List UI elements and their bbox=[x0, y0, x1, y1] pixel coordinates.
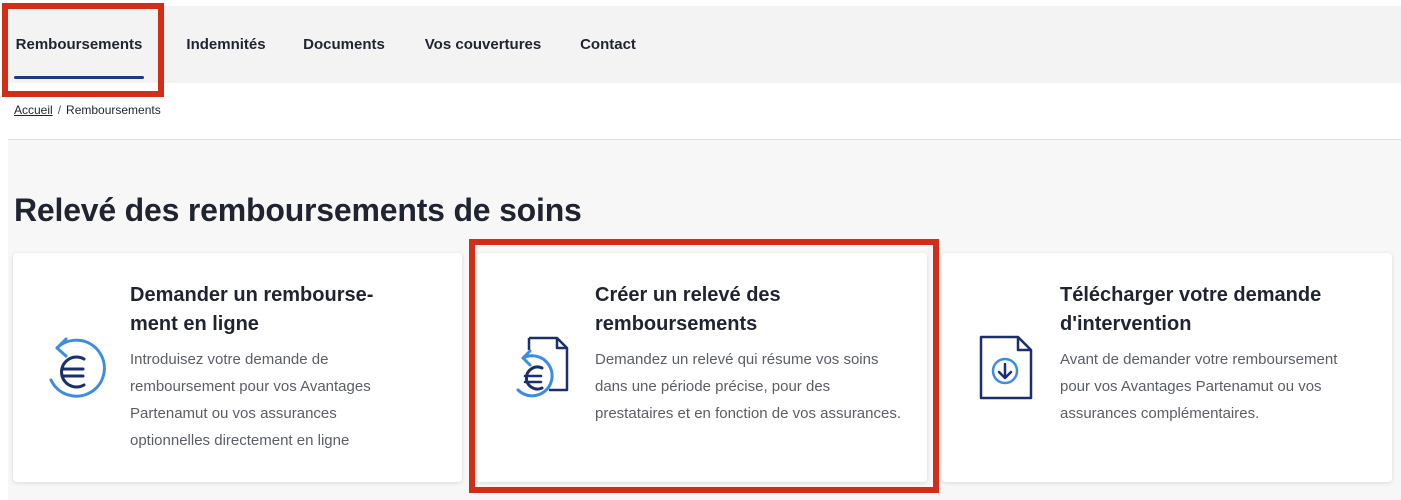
breadcrumb-home-link[interactable]: Accueil bbox=[14, 103, 53, 117]
active-tab-indicator bbox=[14, 76, 144, 79]
tab-label: Documents bbox=[303, 36, 385, 53]
tab-contact[interactable]: Contact bbox=[568, 6, 648, 83]
card-title: Télécharger votre demande d'intervention bbox=[1060, 284, 1322, 335]
tab-label: Vos couvertures bbox=[424, 36, 542, 53]
tab-label: Remboursements bbox=[15, 36, 143, 53]
card-creer-releve[interactable]: Créer un relevé des remboursements Deman… bbox=[477, 253, 927, 482]
tab-vos-couvertures[interactable]: Vos couvertures bbox=[410, 6, 556, 83]
breadcrumb-separator: / bbox=[57, 103, 62, 117]
card-description: Demandez un relevé qui résume vos soins … bbox=[595, 351, 902, 422]
top-nav: Remboursements Indemnités Documents Vos … bbox=[6, 6, 1401, 83]
tab-indemnites[interactable]: Indemnités bbox=[169, 6, 283, 83]
card-title: Créer un relevé des remboursements bbox=[595, 284, 781, 335]
document-euro-icon bbox=[509, 336, 573, 406]
card-telecharger-demande[interactable]: Télécharger votre demande d'intervention… bbox=[942, 253, 1392, 482]
breadcrumb: Accueil / Remboursements bbox=[14, 103, 161, 117]
tab-label: Contact bbox=[580, 36, 636, 53]
card-description: Avant de demander votre remboursement po… bbox=[1060, 351, 1338, 422]
breadcrumb-current: Remboursements bbox=[66, 103, 161, 117]
euro-refresh-icon bbox=[42, 331, 108, 403]
page-title: Relevé des remboursements de soins bbox=[14, 192, 582, 228]
tab-remboursements[interactable]: Remboursements bbox=[6, 6, 152, 83]
card-description: Introduisez votre demande de rembourseme… bbox=[130, 351, 371, 449]
card-demander-remboursement[interactable]: Demander un rembourse-ment en ligne Intr… bbox=[13, 253, 462, 482]
tab-documents[interactable]: Documents bbox=[290, 6, 398, 83]
document-download-icon bbox=[978, 335, 1034, 401]
tab-label: Indemnités bbox=[186, 36, 266, 53]
card-title: Demander un rembourse-ment en ligne bbox=[130, 284, 374, 335]
